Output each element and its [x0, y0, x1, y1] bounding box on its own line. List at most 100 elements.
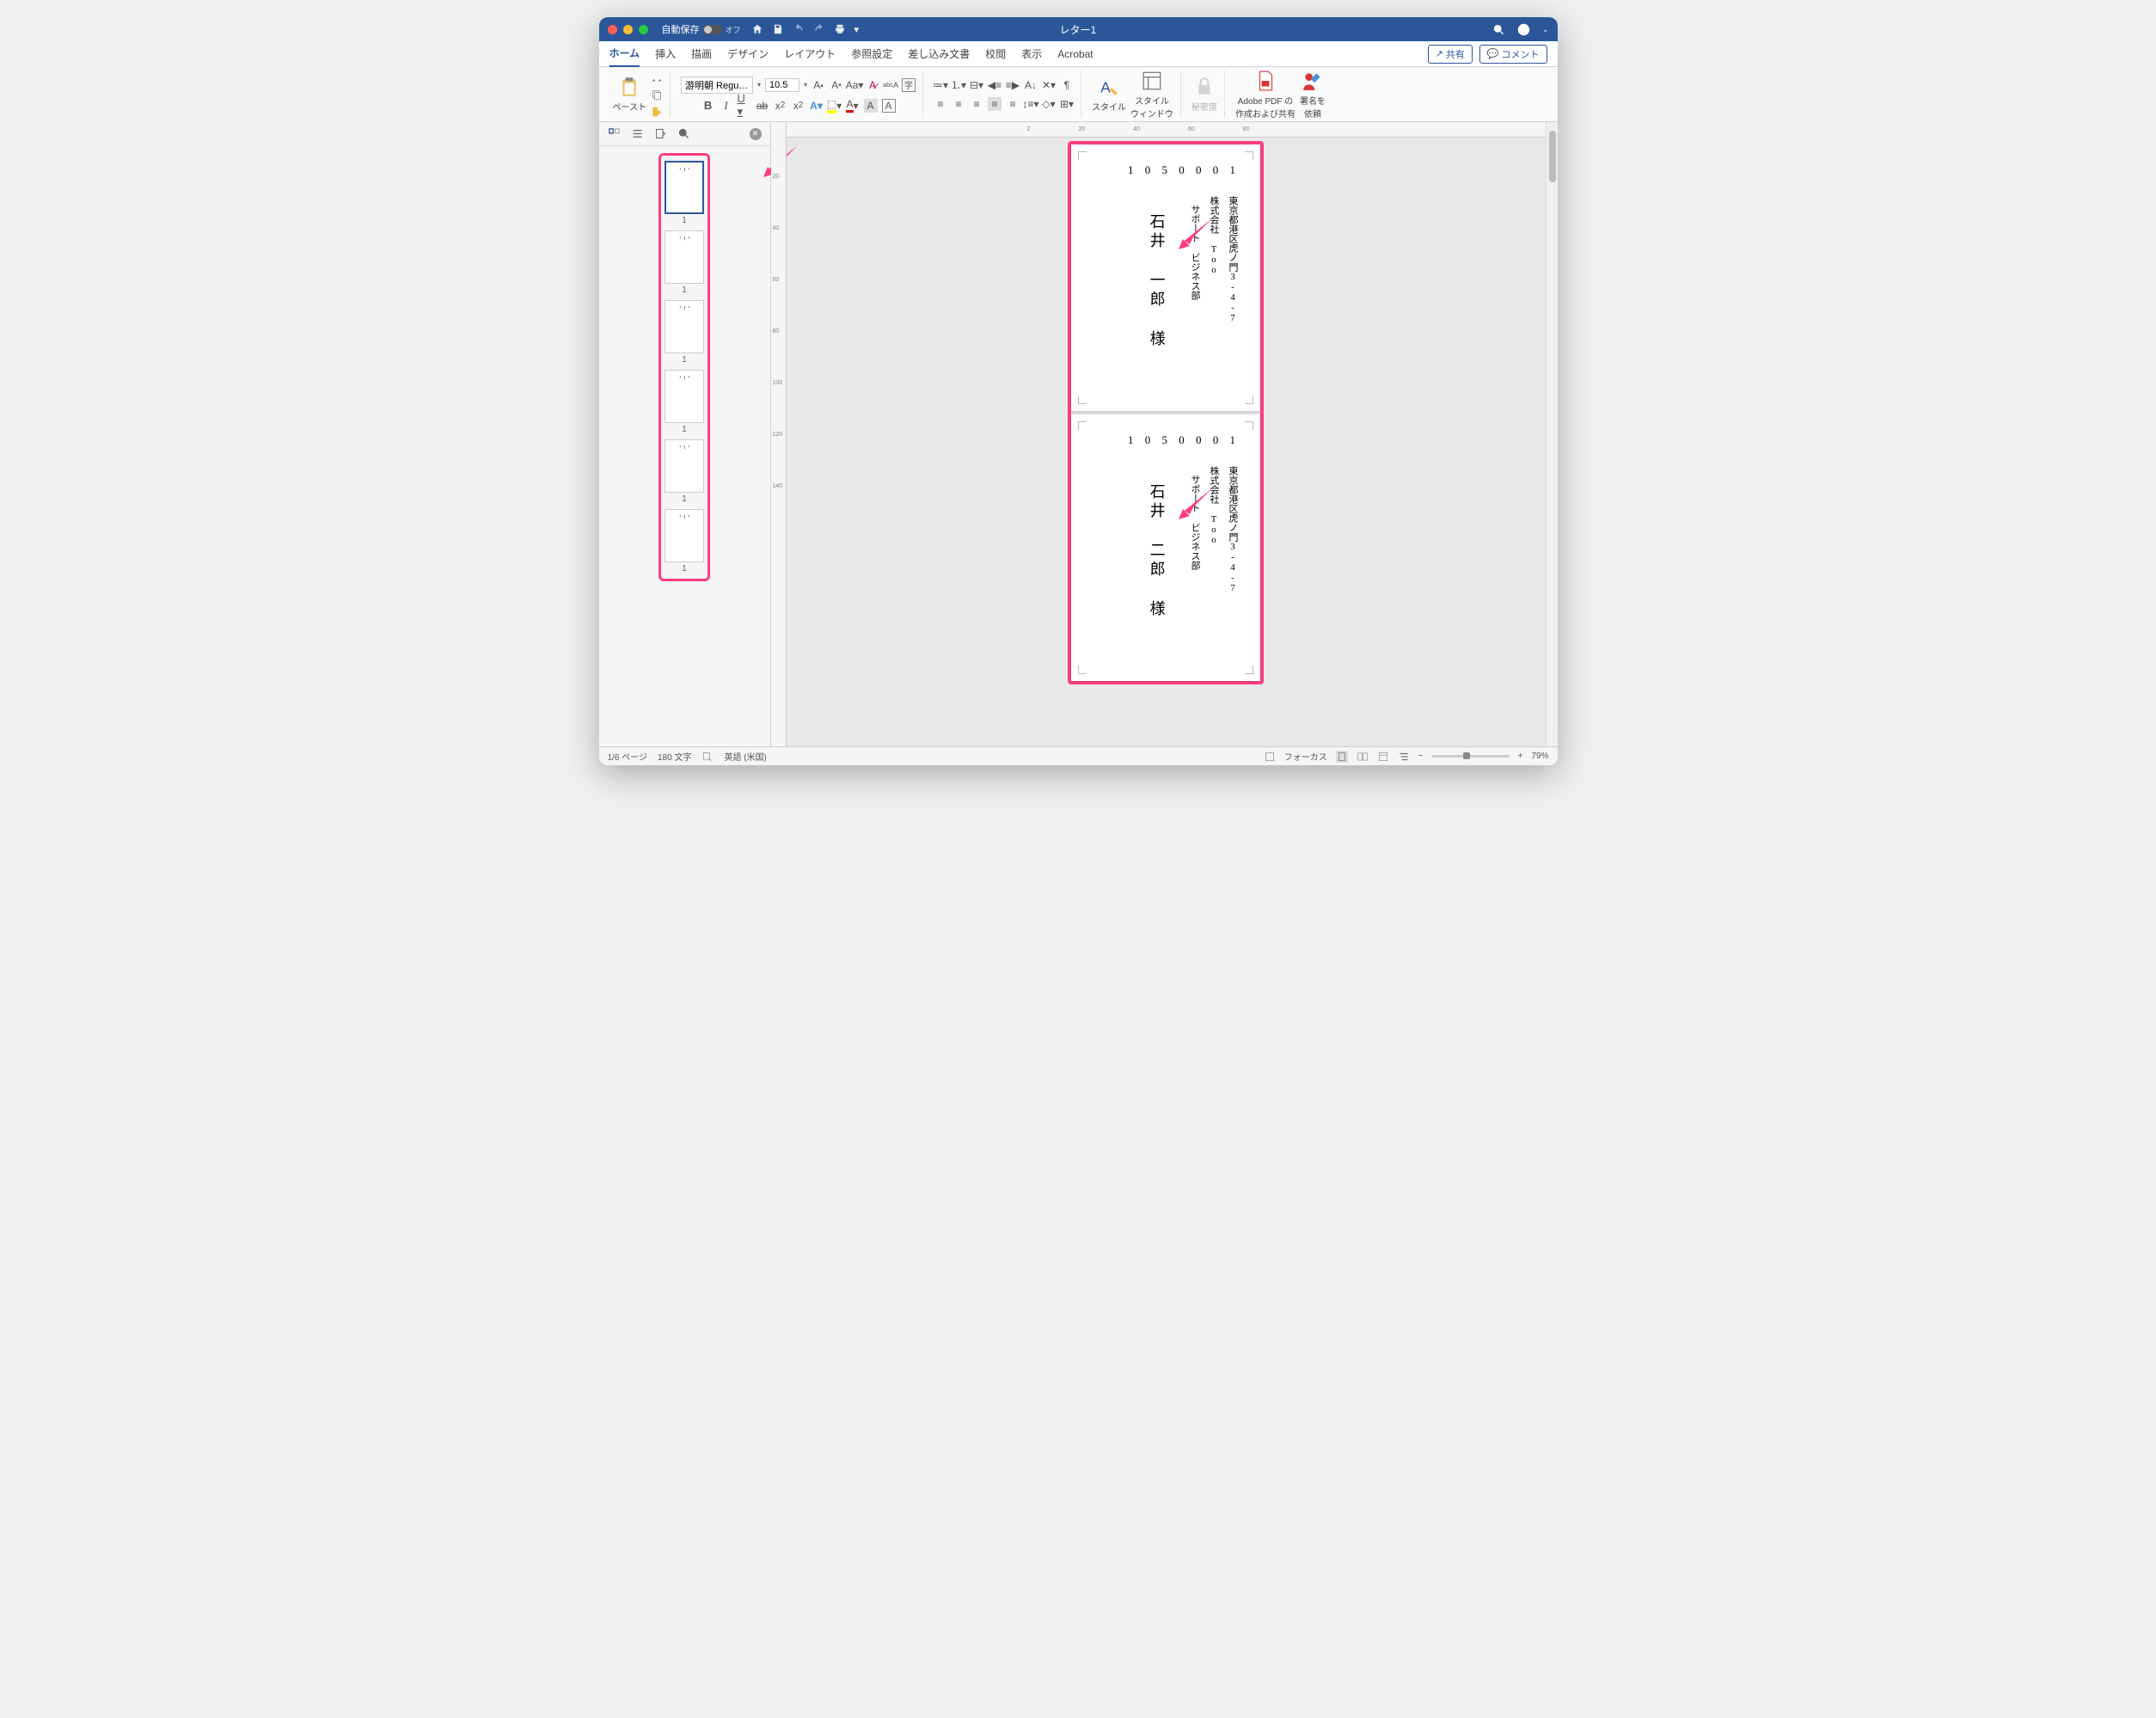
shrink-font-icon[interactable]: A▾ — [830, 78, 843, 92]
justify-icon[interactable]: ≡ — [988, 97, 1001, 111]
italic-button[interactable]: I — [720, 99, 733, 113]
strikethrough-button[interactable]: ab — [756, 99, 769, 113]
document-page[interactable]: 1 0 5 0 0 0 1 東京都港区虎ノ門3-4-7 株式会社 Too サポー… — [1071, 144, 1260, 411]
minimize-icon[interactable] — [623, 25, 633, 34]
redo-icon[interactable] — [813, 23, 825, 35]
align-center-icon[interactable]: ≡ — [952, 97, 965, 111]
search-nav-icon[interactable] — [677, 127, 690, 140]
zoom-slider[interactable] — [1432, 755, 1510, 758]
tab-draw[interactable]: 描画 — [691, 41, 712, 66]
tab-review[interactable]: 校閲 — [985, 41, 1006, 66]
highlight-icon[interactable]: ⬚▾ — [828, 99, 842, 113]
clear-format-icon[interactable]: A̷ — [866, 78, 879, 92]
underline-button[interactable]: U ▾ — [738, 99, 751, 113]
char-border-icon[interactable]: A — [882, 99, 896, 113]
align-right-icon[interactable]: ≡ — [970, 97, 983, 111]
copy-icon[interactable] — [651, 89, 663, 101]
numbering-icon[interactable]: ⒈▾ — [952, 78, 965, 92]
maximize-icon[interactable] — [639, 25, 648, 34]
adobe-pdf-button[interactable]: Adobe PDF の 作成および共有 — [1235, 70, 1295, 120]
tab-insert[interactable]: 挿入 — [655, 41, 676, 66]
tab-home[interactable]: ホーム — [609, 40, 640, 67]
decrease-indent-icon[interactable]: ◀≡ — [988, 78, 1001, 92]
font-size-select[interactable]: 10.5 — [765, 78, 799, 92]
distributed-icon[interactable]: ≡ — [1006, 97, 1020, 111]
char-shading-icon[interactable]: A — [864, 99, 878, 113]
account-icon[interactable] — [1517, 23, 1530, 36]
comment-button[interactable]: 💬 コメント — [1479, 45, 1547, 64]
zoom-out-button[interactable]: − — [1418, 752, 1424, 761]
request-sign-button[interactable]: 署名を 依頼 — [1300, 70, 1326, 120]
thumbnails-icon[interactable] — [608, 127, 621, 140]
tab-layout[interactable]: レイアウト — [784, 41, 836, 66]
tab-view[interactable]: 表示 — [1021, 41, 1042, 66]
thumbnail-item[interactable]: ━━━━ 1 — [665, 300, 704, 365]
document-area[interactable]: 2 20 40 60 80 1 0 5 0 0 0 1 東京都港区虎ノ門3-4-… — [787, 122, 1546, 746]
tab-acrobat[interactable]: Acrobat — [1057, 43, 1093, 65]
undo-icon[interactable] — [793, 23, 805, 35]
save-icon[interactable] — [772, 23, 784, 35]
paste-button[interactable]: ペースト — [613, 76, 647, 113]
chevron-down-icon[interactable]: ▾ — [757, 81, 761, 89]
show-marks-icon[interactable]: ¶ — [1060, 78, 1074, 92]
thumbnail-item[interactable]: ━━━━ 1 — [665, 230, 704, 295]
print-icon[interactable] — [834, 23, 846, 35]
chevron-down-icon[interactable]: ▾ — [804, 81, 807, 89]
document-page[interactable]: 1 0 5 0 0 0 1 東京都港区虎ノ門3-4-7 株式会社 Too サポー… — [1071, 414, 1260, 681]
cut-icon[interactable] — [651, 71, 663, 83]
zoom-in-button[interactable]: + — [1518, 752, 1523, 761]
styles-button[interactable]: A スタイル — [1092, 76, 1126, 113]
asian-layout-icon[interactable]: ✕▾ — [1042, 78, 1056, 92]
vertical-scrollbar[interactable] — [1546, 122, 1558, 746]
superscript-button[interactable]: x2 — [792, 99, 805, 113]
tab-mailings[interactable]: 差し込み文書 — [908, 41, 970, 66]
tab-design[interactable]: デザイン — [727, 41, 769, 66]
increase-indent-icon[interactable]: ≡▶ — [1006, 78, 1020, 92]
font-name-select[interactable]: 游明朝 Regu… — [681, 77, 753, 94]
enclose-char-icon[interactable]: 字 — [902, 78, 916, 92]
text-effects-icon[interactable]: A▾ — [810, 99, 824, 113]
thumbnail-item[interactable]: ━━━━ 1 — [665, 509, 704, 574]
word-count[interactable]: 180 文字 — [658, 750, 691, 763]
style-pane-button[interactable]: スタイル ウィンドウ — [1130, 70, 1173, 120]
qat-dropdown-icon[interactable]: ▾ — [854, 24, 860, 35]
read-mode-icon[interactable] — [1357, 751, 1369, 763]
zoom-level[interactable]: 79% — [1531, 752, 1548, 761]
format-painter-icon[interactable] — [651, 106, 663, 118]
web-layout-icon[interactable] — [1377, 751, 1389, 763]
shading-icon[interactable]: ◇▾ — [1042, 97, 1056, 111]
grow-font-icon[interactable]: A▴ — [812, 78, 825, 92]
language-indicator[interactable]: 英語 (米国) — [724, 750, 766, 763]
line-spacing-icon[interactable]: ↕≡▾ — [1024, 97, 1038, 111]
chevron-down-icon[interactable]: ⌄ — [1542, 25, 1549, 34]
thumbnail-item[interactable]: ━━━━ 1 — [665, 161, 704, 225]
bullets-icon[interactable]: ≔▾ — [934, 78, 947, 92]
thumbnail-item[interactable]: ━━━━ 1 — [665, 439, 704, 504]
toggle-icon[interactable] — [703, 25, 722, 34]
headings-icon[interactable] — [631, 127, 644, 140]
tab-references[interactable]: 参照設定 — [851, 41, 892, 66]
print-layout-icon[interactable] — [1336, 751, 1348, 763]
bold-button[interactable]: B — [701, 99, 715, 113]
change-case-icon[interactable]: Aa▾ — [848, 78, 861, 92]
sort-icon[interactable]: A↓ — [1024, 78, 1038, 92]
sensitivity-button[interactable]: 秘密度 — [1191, 76, 1217, 113]
borders-icon[interactable]: ⊞▾ — [1060, 97, 1074, 111]
align-left-icon[interactable]: ≡ — [934, 97, 947, 111]
thumbnail-item[interactable]: ━━━━ 1 — [665, 370, 704, 434]
focus-icon[interactable] — [1264, 751, 1276, 763]
home-icon[interactable] — [751, 23, 763, 35]
subscript-button[interactable]: x2 — [774, 99, 787, 113]
spellcheck-icon[interactable] — [701, 751, 714, 763]
search-icon[interactable] — [1492, 23, 1505, 36]
phonetic-guide-icon[interactable]: abcA — [884, 78, 897, 92]
focus-label[interactable]: フォーカス — [1284, 750, 1327, 763]
font-color-icon[interactable]: A▾ — [846, 99, 860, 113]
multilevel-icon[interactable]: ⊟▾ — [970, 78, 983, 92]
close-panel-icon[interactable]: ✕ — [750, 128, 762, 140]
share-button[interactable]: ↗ 共有 — [1428, 45, 1473, 64]
close-icon[interactable] — [608, 25, 617, 34]
edit-icon[interactable] — [654, 127, 667, 140]
autosave-toggle[interactable]: 自動保存 オフ — [662, 22, 741, 36]
page-indicator[interactable]: 1/6 ページ — [608, 750, 647, 763]
